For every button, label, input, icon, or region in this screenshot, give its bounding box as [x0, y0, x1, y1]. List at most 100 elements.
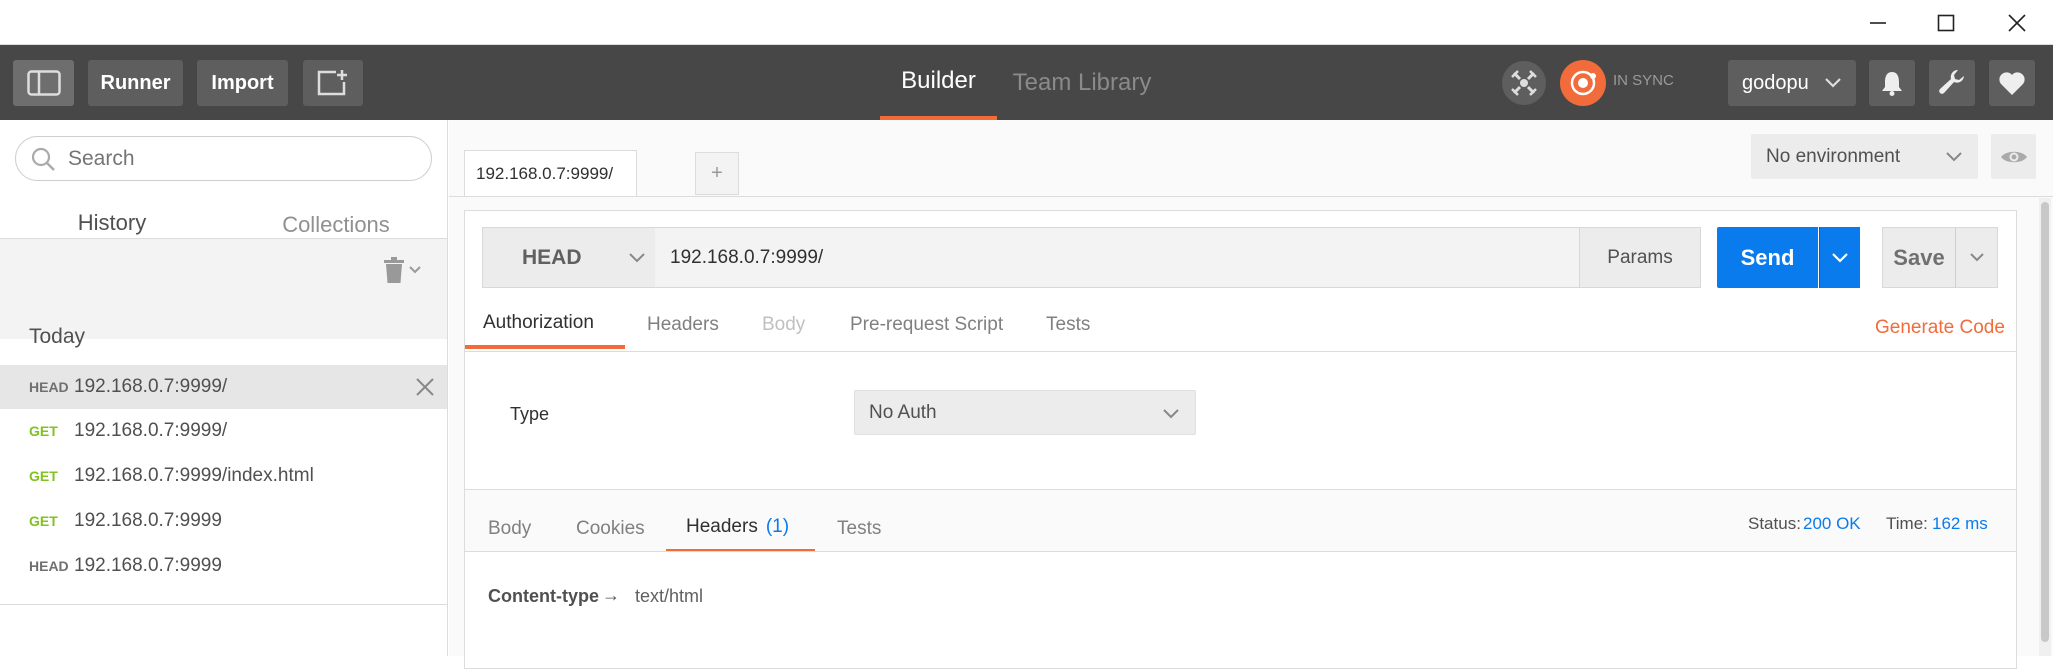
scrollbar-thumb[interactable]: [2041, 202, 2049, 642]
generate-code-link[interactable]: Generate Code: [1875, 304, 2005, 352]
chevron-down-icon: [409, 266, 421, 274]
minimize-icon: [1870, 21, 1886, 24]
heart-icon: [1999, 72, 2025, 95]
auth-type-label: Type: [510, 404, 550, 424]
send-button[interactable]: Send: [1717, 227, 1818, 288]
response-tab-tests[interactable]: Tests: [837, 505, 881, 553]
search-input[interactable]: [68, 145, 408, 173]
history-item[interactable]: GET 192.168.0.7:9999/index.html: [0, 454, 447, 498]
response-tab-body[interactable]: Body: [488, 505, 531, 553]
headers-count: (1): [765, 516, 790, 537]
clear-history-button[interactable]: [383, 253, 427, 287]
history-group-label: Today: [29, 325, 86, 348]
maximize-icon: [1937, 14, 1955, 31]
chevron-down-icon: [629, 253, 645, 263]
settings-button[interactable]: [1929, 60, 1975, 106]
chevron-down-icon: [1832, 252, 1848, 263]
trash-icon: [384, 257, 404, 283]
sync-button[interactable]: [1560, 60, 1606, 106]
response-tab-headers[interactable]: Headers (1): [666, 505, 815, 553]
history-item[interactable]: HEAD 192.168.0.7:9999: [0, 544, 447, 588]
close-icon[interactable]: [416, 378, 434, 396]
environment-quicklook-button[interactable]: [1991, 134, 2036, 179]
sync-status: IN SYNC: [1613, 72, 1674, 89]
method-badge: GET: [29, 468, 58, 484]
close-icon: [2008, 13, 2026, 32]
chevron-down-icon: [1163, 409, 1179, 419]
scrollbar-track[interactable]: [2039, 198, 2051, 656]
minimize-button[interactable]: [1844, 0, 1912, 45]
environment-label: No environment: [1766, 145, 1901, 167]
favorite-button[interactable]: [1989, 60, 2035, 106]
history-item[interactable]: GET 192.168.0.7:9999/: [0, 409, 447, 453]
auth-type-select[interactable]: No Auth: [854, 390, 1196, 435]
new-window-icon: [317, 70, 347, 96]
builder-main: 192.168.0.7:9999/ + No environment HEAD …: [449, 120, 2053, 669]
bell-icon: [1882, 72, 1902, 96]
environment-select[interactable]: No environment: [1751, 134, 1978, 179]
tab-headers[interactable]: Headers: [647, 301, 719, 349]
history-url: 192.168.0.7:9999: [74, 510, 222, 531]
method-badge: GET: [29, 513, 58, 529]
window-titlebar: [0, 0, 2053, 45]
chevron-down-icon: [1825, 78, 1841, 88]
send-options-button[interactable]: [1819, 227, 1860, 288]
import-button[interactable]: Import: [197, 60, 288, 106]
search-icon: [31, 147, 55, 171]
history-url: 192.168.0.7:9999: [74, 555, 222, 576]
chevron-down-icon: [1969, 253, 1984, 262]
save-options-button[interactable]: [1955, 227, 1998, 288]
history-url: 192.168.0.7:9999/: [74, 420, 228, 441]
method-label: HEAD: [522, 245, 582, 269]
divider: [0, 604, 447, 605]
auth-type-value: No Auth: [869, 401, 937, 423]
response-header-value: text/html: [635, 586, 704, 606]
save-button[interactable]: Save: [1882, 227, 1956, 288]
wrench-icon: [1939, 69, 1964, 94]
interceptor-button[interactable]: [1502, 61, 1546, 105]
arrow-icon: →: [602, 585, 620, 605]
method-select[interactable]: HEAD: [482, 227, 656, 288]
runner-button[interactable]: Runner: [88, 60, 183, 106]
response-tab-headers-label: Headers: [686, 516, 758, 537]
user-menu[interactable]: godopu: [1728, 60, 1856, 106]
method-badge: HEAD: [29, 558, 69, 574]
toggle-sidebar-button[interactable]: [13, 60, 74, 106]
tab-body[interactable]: Body: [762, 301, 805, 349]
tab-builder[interactable]: Builder: [880, 45, 997, 120]
username: godopu: [1742, 71, 1809, 94]
method-badge: HEAD: [29, 379, 69, 395]
history-item[interactable]: HEAD 192.168.0.7:9999/: [0, 365, 447, 409]
close-window-button[interactable]: [1983, 0, 2051, 45]
time-value: 162 ms: [1932, 514, 1988, 533]
tab-pre-request-script[interactable]: Pre-request Script: [850, 301, 1003, 349]
history-url: 192.168.0.7:9999/: [74, 376, 228, 397]
response-header-key: Content-type: [488, 586, 599, 606]
response-tab-cookies[interactable]: Cookies: [576, 505, 645, 553]
tab-tests[interactable]: Tests: [1046, 301, 1090, 349]
url-field[interactable]: [655, 227, 1580, 288]
method-badge: GET: [29, 423, 58, 439]
satellite-icon: [1511, 70, 1537, 96]
maximize-button[interactable]: [1912, 0, 1980, 45]
notifications-button[interactable]: [1869, 60, 1915, 106]
history-toolbar: [0, 239, 447, 339]
params-button[interactable]: Params: [1579, 227, 1701, 288]
eye-icon: [2000, 151, 2027, 162]
sync-icon: [1570, 70, 1596, 96]
request-tab[interactable]: 192.168.0.7:9999/: [464, 150, 637, 197]
status-label: Status:: [1748, 514, 1801, 533]
tab-team-library[interactable]: Team Library: [1012, 45, 1152, 120]
tab-authorization[interactable]: Authorization: [465, 301, 625, 349]
app-header: Runner Import Builder Team Library IN SY…: [0, 45, 2053, 120]
history-item[interactable]: GET 192.168.0.7:9999: [0, 499, 447, 543]
search-box[interactable]: [15, 136, 432, 181]
history-url: 192.168.0.7:9999/index.html: [74, 465, 314, 486]
divider: [449, 196, 2053, 197]
url-input[interactable]: [670, 244, 1550, 272]
add-tab-button[interactable]: +: [695, 152, 739, 195]
time-label: Time:: [1886, 514, 1928, 533]
sidebar: History Collections Today HEAD 192.168.0…: [0, 120, 448, 656]
new-window-button[interactable]: [303, 60, 363, 106]
sidebar-icon: [26, 70, 61, 96]
